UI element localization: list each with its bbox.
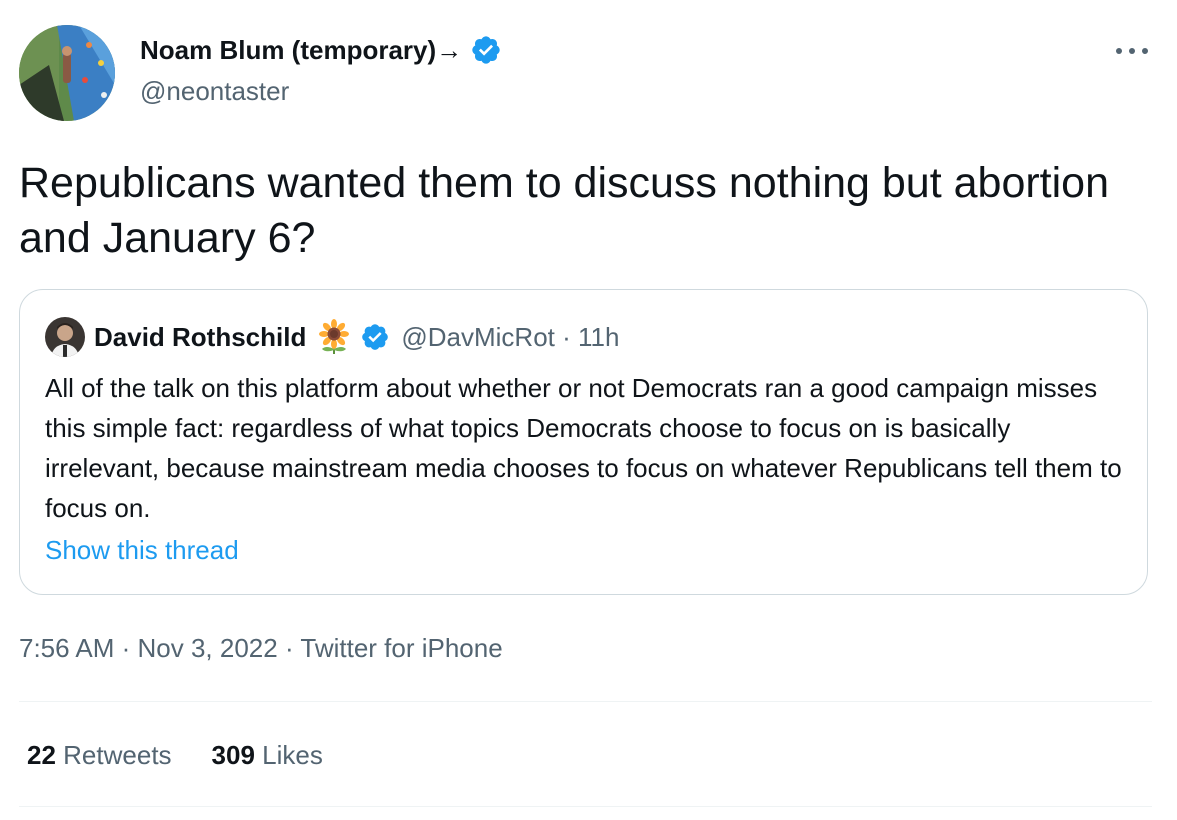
more-options-button[interactable] [1112, 36, 1152, 66]
tweet: Noam Blum (temporary)→ @neontaster Repub… [0, 0, 1177, 820]
tweet-source[interactable]: Twitter for iPhone [300, 633, 502, 663]
author-handle[interactable]: @neontaster [140, 76, 289, 107]
verified-badge-icon [362, 324, 389, 350]
more-horizontal-icon [1116, 48, 1148, 54]
meta-separator: · [114, 633, 138, 663]
retweets-label: Retweets [63, 740, 172, 770]
climbing-wall-photo-icon [19, 25, 115, 121]
verified-badge-icon [472, 36, 500, 64]
tweet-date[interactable]: Nov 3, 2022 [138, 633, 278, 663]
person-photo-icon [45, 317, 85, 357]
tweet-text: Republicans wanted them to discuss nothi… [19, 159, 1110, 262]
tweet-metadata: 7:56 AM · Nov 3, 2022 · Twitter for iPho… [19, 633, 503, 664]
sunflower-emoji-icon [319, 319, 350, 354]
quoted-author-handle-time: @DavMicRot · 11h [401, 321, 620, 352]
author-name-row[interactable]: Noam Blum (temporary)→ [140, 34, 502, 66]
author-name[interactable]: Noam Blum (temporary)→ [140, 35, 462, 66]
retweets-stat[interactable]: 22 Retweets [27, 740, 172, 771]
tweet-stats: 22 Retweets 309 Likes [27, 740, 363, 771]
likes-label: Likes [262, 740, 323, 770]
author-avatar[interactable] [19, 25, 115, 121]
quoted-tweet-header: David Rothschild @DavMicRot · 11h [45, 316, 619, 358]
show-thread-link[interactable]: Show this thread [45, 535, 239, 566]
tweet-time[interactable]: 7:56 AM [19, 633, 114, 663]
quoted-author-name: David Rothschild [94, 321, 307, 352]
likes-stat[interactable]: 309 Likes [212, 740, 323, 771]
quoted-tweet-text: All of the talk on this platform about w… [45, 373, 1122, 523]
meta-separator: · [277, 633, 301, 663]
divider [19, 806, 1152, 807]
quoted-author-avatar [45, 317, 85, 357]
quoted-tweet[interactable]: David Rothschild @DavMicRot · 11h All of… [19, 289, 1148, 595]
divider [19, 701, 1152, 702]
likes-count: 309 [211, 740, 255, 770]
retweets-count: 22 [27, 740, 56, 770]
